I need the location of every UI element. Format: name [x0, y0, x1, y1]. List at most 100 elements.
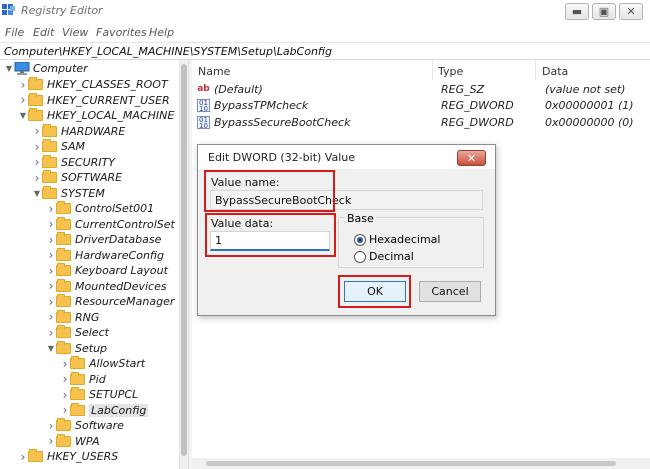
expand-arrow-icon[interactable]: ▼	[4, 64, 14, 73]
tree-label: SAM	[61, 140, 85, 153]
tree-item[interactable]: › WPA	[46, 433, 100, 449]
expand-arrow-icon[interactable]: ›	[32, 124, 42, 138]
tree-item[interactable]: › HARDWARE	[32, 123, 125, 139]
list-horizontal-scrollbar[interactable]	[192, 458, 650, 469]
expand-arrow-icon[interactable]: ›	[60, 372, 70, 386]
tree-item[interactable]: › HardwareConfig	[46, 247, 164, 263]
value-data-input[interactable]	[210, 231, 330, 251]
expand-arrow-icon[interactable]: ›	[46, 326, 56, 340]
tree-item[interactable]: ▼ SYSTEM	[32, 185, 105, 201]
ok-button[interactable]: OK	[344, 281, 406, 302]
tree-label: HKEY_LOCAL_MACHINE	[47, 109, 175, 122]
tree-item-computer[interactable]: ▼ Computer	[4, 61, 88, 76]
tree-item[interactable]: › HKEY_CURRENT_USER	[18, 92, 170, 108]
tree-item[interactable]: › HKEY_USERS	[18, 449, 118, 464]
tree-item[interactable]: › LabConfig	[60, 402, 149, 418]
value-data: 0x00000000 (0)	[545, 115, 634, 129]
value-row[interactable]: 01 10 BypassSecureBootCheck REG_DWORD 0x0…	[197, 114, 634, 130]
tree-scrollbar[interactable]	[179, 60, 188, 469]
tree-item[interactable]: › ResourceManager	[46, 294, 174, 309]
expand-arrow-icon[interactable]: ›	[46, 419, 56, 433]
tree-item[interactable]: › Select	[46, 325, 109, 340]
expand-arrow-icon[interactable]: ›	[18, 93, 28, 107]
value-row[interactable]: ab (Default) REG_SZ (value not set)	[197, 81, 625, 97]
menu-help[interactable]: Help	[149, 26, 174, 39]
expand-arrow-icon[interactable]: ›	[46, 248, 56, 262]
collapse-arrow-icon[interactable]: ▼	[18, 111, 28, 120]
value-row[interactable]: 01 10 BypassTPMcheck REG_DWORD 0x00000001…	[197, 97, 634, 113]
expand-arrow-icon[interactable]: ›	[32, 140, 42, 154]
expand-arrow-icon[interactable]: ›	[60, 403, 70, 417]
cancel-button[interactable]: Cancel	[419, 281, 481, 302]
menu-file[interactable]: File	[5, 26, 24, 39]
expand-arrow-icon[interactable]: ›	[46, 264, 56, 278]
value-name-field[interactable]: BypassSecureBootCheck	[210, 190, 483, 210]
expand-arrow-icon[interactable]: ›	[46, 310, 56, 324]
expand-arrow-icon[interactable]: ›	[46, 202, 56, 216]
expand-arrow-icon[interactable]: ›	[46, 233, 56, 247]
column-divider[interactable]	[535, 60, 536, 80]
expand-arrow-icon[interactable]: ›	[46, 434, 56, 448]
decimal-radio[interactable]: Decimal	[354, 250, 414, 263]
expand-arrow-icon[interactable]: ›	[46, 295, 56, 309]
maximize-button[interactable]: ▣	[592, 3, 616, 20]
radio-selected-icon	[354, 233, 366, 246]
expand-arrow-icon[interactable]: ›	[60, 357, 70, 371]
menu-favorites[interactable]: Favorites	[96, 26, 147, 39]
minimize-button[interactable]: ▬	[565, 3, 589, 20]
expand-arrow-icon[interactable]: ›	[32, 171, 42, 185]
value-name: (Default)	[214, 82, 263, 96]
tree-item[interactable]: › Software	[46, 418, 124, 433]
tree-item[interactable]: › Pid	[60, 371, 106, 387]
expand-arrow-icon[interactable]: ›	[46, 279, 56, 293]
collapse-arrow-icon[interactable]: ▼	[32, 189, 42, 198]
tree-item[interactable]: › CurrentControlSet	[46, 216, 175, 232]
registry-tree[interactable]: ▼ Computer › HKEY_CLASSES_ROOT › HKEY_CURRE…	[0, 60, 179, 469]
tree-item[interactable]: › SAM	[32, 139, 85, 154]
value-data: (value not set)	[545, 82, 626, 96]
folder-icon	[28, 77, 43, 90]
tree-item[interactable]: › SETUPCL	[60, 387, 138, 402]
menu-view[interactable]: View	[62, 26, 88, 39]
tree-item[interactable]: › ControlSet001	[46, 201, 154, 216]
tree-scroll-thumb[interactable]	[181, 64, 187, 456]
tree-item[interactable]: ▼ Setup	[46, 340, 107, 356]
expand-arrow-icon[interactable]: ›	[18, 450, 28, 464]
list-scroll-thumb[interactable]	[206, 461, 616, 466]
column-header-data[interactable]: Data	[542, 65, 568, 78]
folder-icon	[42, 170, 57, 183]
expand-arrow-icon[interactable]: ›	[18, 78, 28, 92]
tree-item[interactable]: › SECURITY	[32, 154, 115, 170]
tree-item[interactable]: › Keyboard Layout	[46, 263, 168, 278]
hexadecimal-radio[interactable]: Hexadecimal	[354, 233, 440, 246]
tree-item[interactable]: ▼ HKEY_LOCAL_MACHINE	[18, 108, 174, 123]
close-icon: ✕	[466, 151, 477, 165]
menu-edit[interactable]: Edit	[33, 26, 54, 39]
tree-item[interactable]: › SOFTWARE	[32, 170, 122, 185]
folder-icon	[56, 340, 71, 354]
address-bar[interactable]: Computer\HKEY_LOCAL_MACHINE\SYSTEM\Setup…	[0, 42, 650, 60]
folder-icon	[28, 449, 43, 462]
close-window-button[interactable]: ✕	[619, 3, 643, 20]
radio-unselected-icon	[354, 250, 366, 263]
tree-item[interactable]: › HKEY_CLASSES_ROOT	[18, 77, 168, 92]
folder-icon	[56, 232, 71, 245]
column-header-name[interactable]: Name	[198, 65, 230, 78]
dialog-close-button[interactable]: ✕	[457, 150, 486, 166]
tree-item[interactable]: › AllowStart	[60, 356, 145, 371]
dword-value-icon: 01 10	[197, 98, 210, 112]
tree-item[interactable]: › RNG	[46, 309, 99, 325]
expand-arrow-icon[interactable]: ›	[60, 388, 70, 402]
expand-arrow-icon[interactable]: ›	[46, 217, 56, 231]
collapse-arrow-icon[interactable]: ▼	[46, 344, 56, 353]
expand-arrow-icon[interactable]: ›	[32, 155, 42, 169]
dialog-title-bar[interactable]: Edit DWORD (32-bit) Value ✕	[198, 145, 495, 169]
tree-item[interactable]: › DriverDatabase	[46, 232, 161, 247]
folder-icon	[56, 309, 71, 323]
column-header-type[interactable]: Type	[438, 65, 463, 78]
value-name: BypassTPMcheck	[214, 98, 309, 112]
value-name: BypassSecureBootCheck	[214, 115, 351, 129]
tree-item[interactable]: › MountedDevices	[46, 278, 167, 294]
column-divider[interactable]	[432, 60, 433, 80]
decimal-label: Decimal	[369, 250, 414, 263]
